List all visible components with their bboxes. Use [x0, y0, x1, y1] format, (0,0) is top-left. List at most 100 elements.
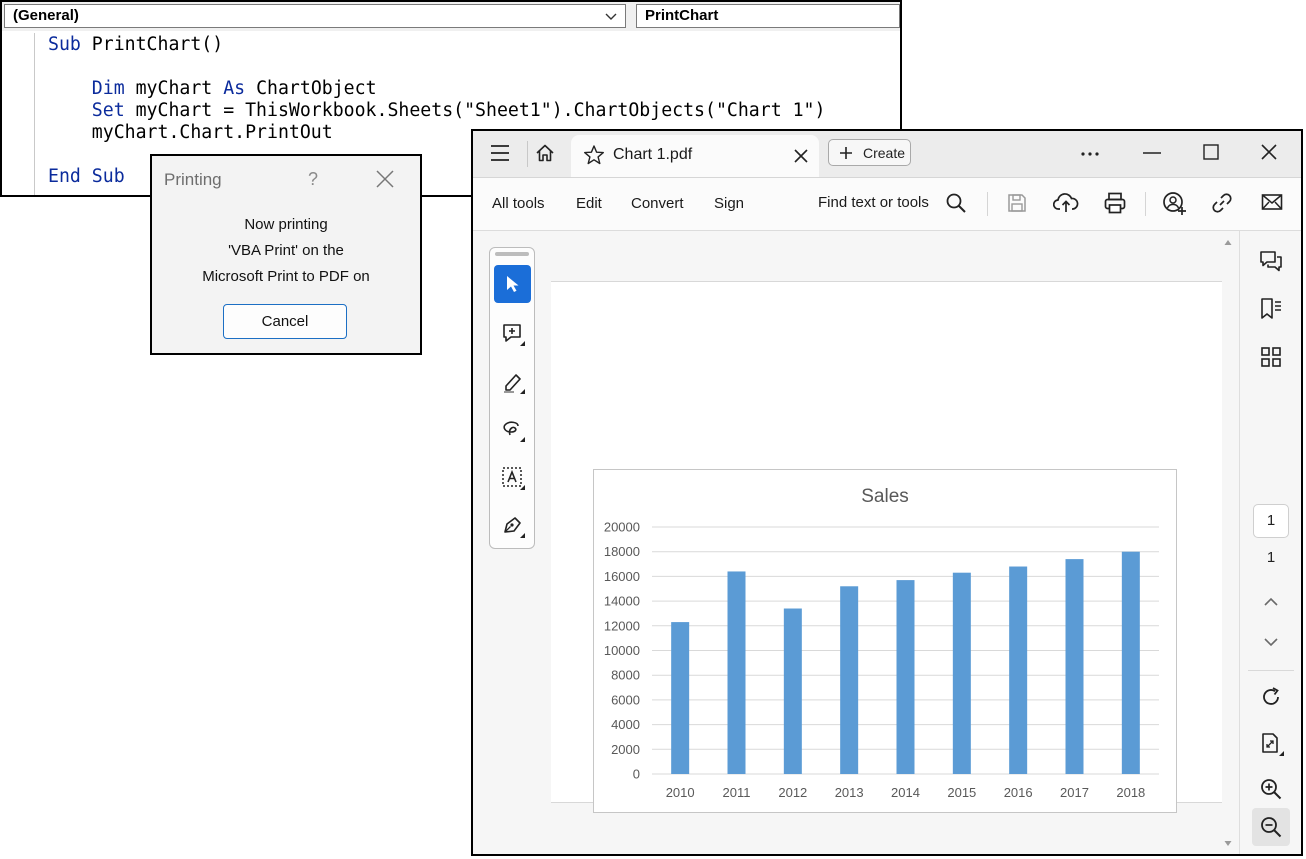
help-button[interactable]: ? — [308, 169, 318, 190]
y-tick-label: 18000 — [604, 544, 640, 559]
bar-2017 — [1065, 559, 1084, 774]
home-icon[interactable] — [535, 143, 555, 163]
bookmarks-icon[interactable] — [1259, 297, 1283, 321]
email-icon[interactable] — [1261, 193, 1283, 211]
dialog-message-line3: Microsoft Print to PDF on — [202, 268, 370, 285]
cancel-button[interactable]: Cancel — [223, 304, 347, 339]
acrobat-toolbar: All tools Edit Convert Sign Find text or… — [473, 178, 1301, 231]
x-tick-label: 2013 — [835, 785, 864, 800]
title-bar: Chart 1.pdf Create — [473, 131, 1301, 178]
bar-2015 — [952, 572, 971, 774]
close-icon[interactable] — [374, 168, 396, 190]
create-label: Create — [863, 145, 906, 161]
dialog-message-line1: Now printing — [244, 216, 328, 233]
procedure-combo-value: PrintChart — [645, 7, 719, 24]
bar-2018 — [1121, 551, 1140, 774]
y-tick-label: 0 — [633, 767, 640, 782]
maximize-icon[interactable] — [1203, 144, 1219, 160]
y-tick-label: 2000 — [611, 742, 640, 757]
zoom-in-icon[interactable] — [1260, 778, 1282, 800]
right-rail: 1 1 — [1239, 231, 1301, 854]
more-options-icon[interactable] — [1080, 151, 1100, 157]
code-margin — [6, 33, 35, 195]
document-tab[interactable]: Chart 1.pdf — [571, 135, 819, 177]
code-line: End Sub — [48, 166, 125, 187]
code-line: myChart.Chart.PrintOut — [48, 122, 333, 143]
vba-combo-bar: (General) PrintChart — [2, 2, 900, 31]
y-tick-label: 10000 — [604, 643, 640, 658]
chevron-down-icon[interactable] — [603, 7, 619, 25]
star-icon[interactable] — [583, 144, 605, 166]
close-tab-icon[interactable] — [793, 148, 809, 164]
printing-dialog: Printing ? Now printing 'VBA Print' on t… — [150, 154, 422, 355]
close-window-icon[interactable] — [1261, 144, 1277, 160]
bar-2010 — [671, 622, 690, 774]
y-tick-label: 8000 — [611, 668, 640, 683]
comments-icon[interactable] — [1259, 249, 1283, 273]
bar-2016 — [1009, 566, 1028, 774]
y-tick-label: 20000 — [604, 520, 640, 535]
link-icon[interactable] — [1211, 192, 1233, 214]
object-combo[interactable]: (General) — [4, 4, 626, 28]
chart-title: Sales — [861, 486, 909, 507]
rotate-icon[interactable] — [1260, 686, 1282, 708]
find-text-or-tools[interactable]: Find text or tools — [818, 194, 929, 211]
sales-chart: Sales 0 2000 4000 6000 8000 10000 12000 14000 16… — [593, 469, 1177, 813]
add-comment-icon[interactable] — [501, 322, 525, 346]
chevron-down-icon[interactable] — [1263, 636, 1279, 648]
divider — [1145, 192, 1146, 216]
y-tick-label: 14000 — [604, 594, 640, 609]
search-icon[interactable] — [945, 192, 967, 214]
cloud-upload-icon[interactable] — [1053, 191, 1079, 215]
share-user-icon[interactable] — [1162, 191, 1188, 217]
bar-2013 — [840, 586, 859, 774]
zoom-out-button[interactable] — [1252, 808, 1290, 846]
tab-title: Chart 1.pdf — [613, 146, 693, 163]
page-fit-icon[interactable] — [1260, 732, 1284, 756]
cursor-arrow-icon — [507, 276, 519, 292]
x-tick-label: 2014 — [891, 785, 920, 800]
procedure-combo[interactable]: PrintChart — [636, 4, 900, 28]
y-tick-label: 12000 — [604, 618, 640, 633]
bar-2011 — [727, 571, 746, 774]
object-combo-value: (General) — [13, 7, 79, 24]
menu-all-tools[interactable]: All tools — [492, 195, 545, 212]
text-box-icon[interactable] — [501, 466, 525, 490]
x-tick-label: 2012 — [778, 785, 807, 800]
code-line: Sub PrintChart() — [48, 34, 224, 55]
x-tick-label: 2016 — [1004, 785, 1033, 800]
hamburger-menu-icon[interactable] — [490, 144, 510, 162]
document-view: Sales 0 2000 4000 6000 8000 10000 12000 14000 16… — [473, 231, 1233, 854]
zoom-out-icon — [1261, 817, 1282, 838]
draw-lasso-icon[interactable] — [501, 418, 525, 442]
panel-grip[interactable] — [495, 252, 529, 256]
save-icon[interactable] — [1006, 192, 1028, 214]
divider — [1248, 670, 1294, 671]
sign-pen-icon[interactable] — [501, 514, 525, 538]
chevron-up-icon[interactable] — [1263, 596, 1279, 608]
page-total: 1 — [1266, 549, 1276, 566]
acrobat-window: Chart 1.pdf Create All tools Edit Conver… — [471, 129, 1303, 856]
select-tool-active[interactable] — [494, 265, 531, 303]
code-line: Dim myChart As ChartObject — [48, 78, 377, 99]
create-button[interactable]: Create — [828, 139, 911, 166]
bar-2012 — [783, 608, 802, 774]
thumbnails-grid-icon[interactable] — [1260, 346, 1282, 368]
x-tick-label: 2010 — [666, 785, 695, 800]
menu-convert[interactable]: Convert — [631, 195, 684, 212]
y-tick-label: 4000 — [611, 717, 640, 732]
minimize-icon[interactable] — [1143, 151, 1161, 155]
y-tick-label: 16000 — [604, 569, 640, 584]
vertical-scrollbar[interactable] — [1223, 231, 1233, 854]
page-number-input[interactable]: 1 — [1253, 504, 1289, 538]
x-tick-label: 2017 — [1060, 785, 1089, 800]
x-tick-label: 2015 — [947, 785, 976, 800]
quick-tools-panel — [489, 247, 535, 549]
print-icon[interactable] — [1103, 191, 1127, 215]
menu-edit[interactable]: Edit — [576, 195, 602, 212]
menu-sign[interactable]: Sign — [714, 195, 744, 212]
highlighter-icon[interactable] — [501, 370, 525, 394]
y-tick-label: 6000 — [611, 692, 640, 707]
plus-icon — [840, 147, 852, 159]
divider — [987, 192, 988, 216]
